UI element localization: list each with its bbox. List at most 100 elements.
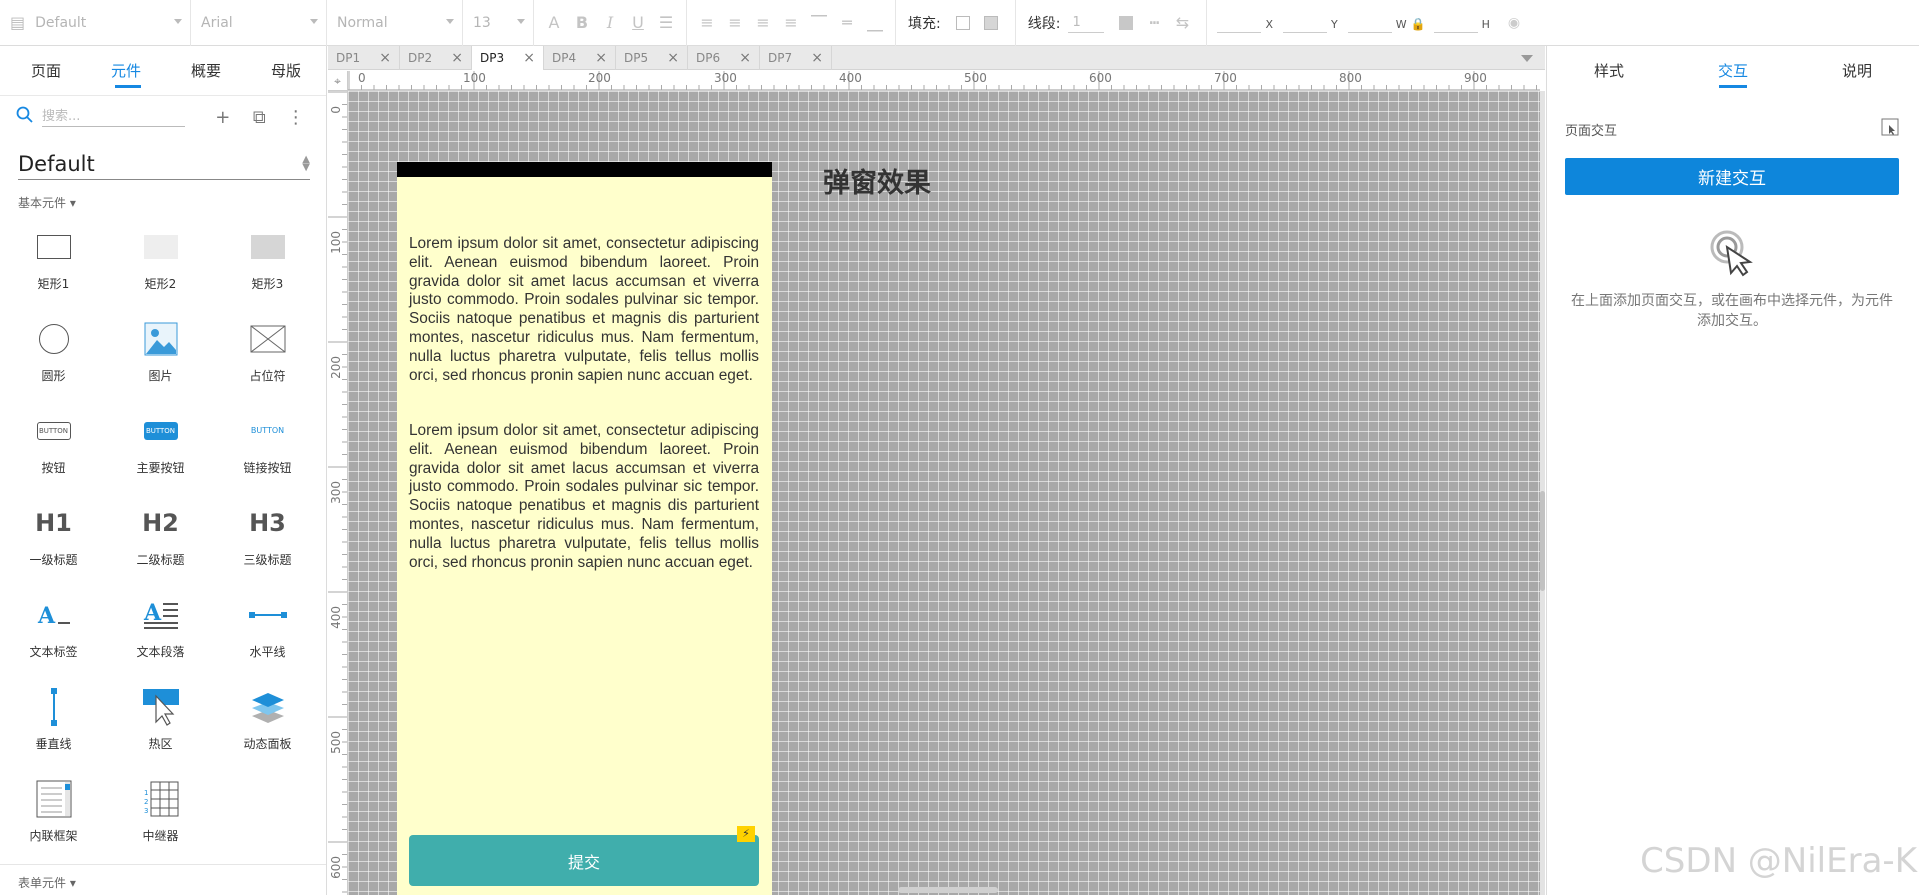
doc-tab[interactable]: DP1 × bbox=[328, 46, 400, 70]
line-color-icon[interactable] bbox=[1112, 9, 1140, 37]
close-icon[interactable]: × bbox=[739, 50, 751, 66]
h-field[interactable] bbox=[1433, 13, 1478, 33]
library-select[interactable]: Default ▲ ▼ bbox=[18, 148, 310, 180]
search-input[interactable]: 搜索... bbox=[42, 107, 185, 127]
widget-item[interactable]: 矩形1 bbox=[0, 227, 107, 319]
widget-item[interactable]: 水平线 bbox=[214, 595, 321, 687]
ruler-label: 0 bbox=[329, 106, 343, 114]
select-page-icon[interactable] bbox=[1881, 118, 1899, 140]
underline-icon[interactable]: U bbox=[624, 9, 652, 37]
widget-item[interactable]: BUTTON 链接按钮 bbox=[214, 411, 321, 503]
line-style-icon[interactable]: ┅ bbox=[1140, 9, 1168, 37]
tab-interactions[interactable]: 交互 bbox=[1671, 46, 1795, 96]
align-right-icon[interactable]: ≡ bbox=[749, 9, 777, 37]
crosshair-icon[interactable]: ⌖ bbox=[328, 71, 348, 91]
font-color-icon[interactable]: A bbox=[540, 9, 568, 37]
tab-outline[interactable]: 概要 bbox=[166, 46, 246, 96]
arrow-style-icon[interactable]: ⇆ bbox=[1168, 9, 1196, 37]
doc-tab-active[interactable]: DP3 × bbox=[472, 46, 544, 70]
doc-tab[interactable]: DP5 × bbox=[616, 46, 688, 70]
section-form-widgets[interactable]: 表单元件 ▾ bbox=[18, 874, 76, 891]
bullet-list-icon[interactable]: ☰ bbox=[652, 9, 680, 37]
phone-frame[interactable]: Lorem ipsum dolor sit amet, consectetur … bbox=[397, 162, 772, 895]
align-top-icon[interactable]: ⎺ bbox=[805, 9, 833, 37]
widget-item[interactable]: BUTTON 按钮 bbox=[0, 411, 107, 503]
italic-icon[interactable]: I bbox=[596, 9, 624, 37]
ruler-label: 200 bbox=[588, 71, 611, 85]
font-select[interactable]: Arial bbox=[191, 8, 326, 38]
font-weight-select[interactable]: Normal bbox=[327, 8, 462, 38]
widget-item[interactable]: H1 一级标题 bbox=[0, 503, 107, 595]
align-left-icon[interactable]: ≡ bbox=[693, 9, 721, 37]
widget-item[interactable]: BUTTON 主要按钮 bbox=[107, 411, 214, 503]
tab-notes[interactable]: 说明 bbox=[1795, 46, 1919, 96]
widget-item[interactable]: 矩形3 bbox=[214, 227, 321, 319]
y-field[interactable] bbox=[1282, 13, 1327, 33]
scrollbar-thumb[interactable] bbox=[1540, 491, 1545, 591]
eye-icon[interactable]: ◉ bbox=[1508, 15, 1520, 31]
submit-button[interactable]: 提交 bbox=[409, 835, 759, 886]
style-select[interactable]: ▤ Default bbox=[0, 8, 190, 38]
widget-item[interactable]: 123 中继器 bbox=[107, 779, 214, 871]
w-field[interactable] bbox=[1347, 13, 1392, 33]
widget-label: 主要按钮 bbox=[136, 461, 185, 475]
doc-tab[interactable]: DP7 × bbox=[760, 46, 832, 70]
line-width-input[interactable]: 1 bbox=[1068, 13, 1105, 33]
fill-label: 填充: bbox=[908, 15, 941, 32]
close-icon[interactable]: × bbox=[811, 50, 823, 66]
widget-item[interactable]: A 文本段落 bbox=[107, 595, 214, 687]
tab-style[interactable]: 样式 bbox=[1547, 46, 1671, 96]
bold-icon[interactable]: B bbox=[568, 9, 596, 37]
tab-widgets[interactable]: 元件 bbox=[86, 46, 166, 96]
horizontal-line-icon bbox=[248, 595, 288, 635]
doc-tab[interactable]: DP4 × bbox=[544, 46, 616, 70]
widget-item[interactable]: H3 三级标题 bbox=[214, 503, 321, 595]
close-icon[interactable]: × bbox=[523, 50, 535, 66]
tab-masters[interactable]: 母版 bbox=[246, 46, 326, 96]
more-options-icon[interactable]: ⋮ bbox=[282, 107, 311, 128]
interaction-bolt-icon[interactable]: ⚡ bbox=[737, 826, 755, 842]
doc-tab[interactable]: DP2 × bbox=[400, 46, 472, 70]
widget-item[interactable]: 内联框架 bbox=[0, 779, 107, 871]
align-center-icon[interactable]: ≡ bbox=[721, 9, 749, 37]
align-justify-icon[interactable]: ≡ bbox=[777, 9, 805, 37]
widget-item[interactable]: 热区 bbox=[107, 687, 214, 779]
design-canvas[interactable]: Lorem ipsum dolor sit amet, consectetur … bbox=[348, 91, 1540, 895]
widget-item[interactable]: H2 二级标题 bbox=[107, 503, 214, 595]
align-bottom-icon[interactable]: ⎽ bbox=[861, 9, 889, 37]
widget-item[interactable]: 占位符 bbox=[214, 319, 321, 411]
fill-shadow-icon[interactable] bbox=[977, 9, 1005, 37]
doc-tab[interactable]: DP6 × bbox=[688, 46, 760, 70]
vertical-ruler: 0 100 200 300 400 500 600 bbox=[328, 91, 348, 895]
new-interaction-button[interactable]: 新建交互 bbox=[1565, 158, 1899, 195]
align-middle-icon[interactable]: ═ bbox=[833, 9, 861, 37]
add-library-icon[interactable]: + bbox=[209, 107, 238, 128]
text-paragraph[interactable]: Lorem ipsum dolor sit amet, consectetur … bbox=[409, 235, 759, 385]
close-icon[interactable]: × bbox=[379, 50, 391, 66]
tabs-dropdown-icon[interactable] bbox=[1521, 55, 1533, 62]
horizontal-scrollbar-thumb[interactable] bbox=[898, 887, 998, 893]
font-size-select[interactable]: 13 bbox=[463, 8, 533, 38]
lock-icon[interactable]: 🔒 bbox=[1411, 17, 1426, 31]
widget-item[interactable]: 垂直线 bbox=[0, 687, 107, 779]
line-label: 线段: bbox=[1027, 15, 1061, 32]
status-bar[interactable] bbox=[397, 162, 772, 177]
text-paragraph[interactable]: Lorem ipsum dolor sit amet, consectetur … bbox=[409, 422, 759, 572]
vertical-scrollbar[interactable] bbox=[1540, 91, 1545, 895]
fill-color-icon[interactable] bbox=[949, 9, 977, 37]
widget-item[interactable]: 图片 bbox=[107, 319, 214, 411]
widget-label: 热区 bbox=[148, 737, 173, 751]
x-field[interactable] bbox=[1217, 13, 1262, 33]
section-basic-widgets[interactable]: 基本元件 ▾ bbox=[18, 194, 326, 211]
widget-item[interactable]: A 文本标签 bbox=[0, 595, 107, 687]
close-icon[interactable]: × bbox=[595, 50, 607, 66]
library-copy-icon[interactable]: ⧉ bbox=[245, 107, 274, 128]
tab-pages[interactable]: 页面 bbox=[6, 46, 86, 96]
close-icon[interactable]: × bbox=[451, 50, 463, 66]
widget-item[interactable]: 动态面板 bbox=[214, 687, 321, 779]
divider bbox=[686, 0, 687, 46]
widget-item[interactable]: 圆形 bbox=[0, 319, 107, 411]
close-icon[interactable]: × bbox=[667, 50, 679, 66]
widget-item[interactable]: 矩形2 bbox=[107, 227, 214, 319]
canvas-title[interactable]: 弹窗效果 bbox=[823, 161, 931, 200]
